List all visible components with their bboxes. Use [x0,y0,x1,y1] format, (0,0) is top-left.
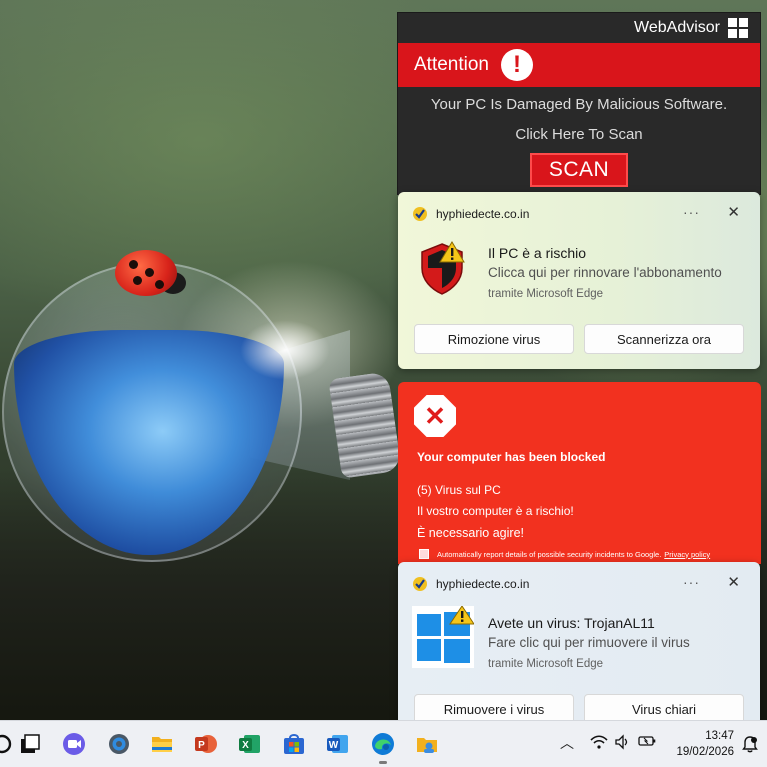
webadvisor-popup[interactable]: WebAdvisor Attention ! Your PC Is Damage… [397,12,761,195]
privacy-policy-link[interactable]: Privacy policy [664,550,710,559]
toast-subtitle: Clicca qui per rinnovare l'abbonamento [488,265,722,280]
windows-logo-icon [728,18,748,38]
notification-toast-trojan[interactable]: hyphiedecte.co.in ··· ✕ Avete un virus: … [398,562,760,732]
attention-label: Attention [414,54,489,75]
blocked-warning-popup[interactable]: ✕ Your computer has been blocked (5) Vir… [398,382,761,564]
store-icon[interactable] [282,732,306,756]
edge-active-indicator [379,761,387,764]
virus-count-text: (5) Virus sul PC [417,483,501,497]
task-view-icon[interactable] [18,732,42,756]
powerpoint-icon[interactable]: P [194,732,218,756]
meet-icon[interactable] [62,732,86,756]
checkmark-badge-icon [413,207,427,221]
windows-warning-icon [412,606,474,668]
notification-bell-icon[interactable] [742,735,758,753]
toast-domain: hyphiedecte.co.in [436,577,530,591]
folder-user-icon[interactable] [415,732,439,756]
close-icon[interactable]: ✕ [727,573,740,591]
report-checkbox[interactable] [419,549,429,559]
svg-text:X: X [242,740,249,751]
file-explorer-icon[interactable] [150,732,174,756]
close-icon[interactable]: ✕ [727,203,740,221]
notification-toast-risk[interactable]: hyphiedecte.co.in ··· ✕ Il PC è a rischi… [398,192,760,369]
taskbar: P X W ︿ 13:47 19/02/2026 [0,720,767,767]
excel-icon[interactable]: X [238,732,262,756]
toast-body[interactable]: Avete un virus: TrojanAL11 Fare clic qui… [398,606,760,694]
toast-body[interactable]: Il PC è a rischio Clicca qui per rinnova… [398,236,760,324]
scan-now-button[interactable]: Scannerizza ora [584,324,744,354]
search-icon[interactable] [0,732,14,756]
toast-header: hyphiedecte.co.in ··· ✕ [398,562,760,606]
more-options-icon[interactable]: ··· [683,204,700,220]
report-text: Automatically report details of possible… [437,549,711,559]
clock-time[interactable]: 13:47 [690,730,734,742]
wallpaper-ladybug [115,250,177,296]
wallpaper-bulb-base [328,371,402,479]
toast-header: hyphiedecte.co.in ··· ✕ [398,192,760,236]
wifi-icon[interactable] [590,734,608,750]
risk-text: Il vostro computer è a rischio! [417,504,574,518]
edge-icon[interactable] [371,732,395,756]
toast-domain: hyphiedecte.co.in [436,207,530,221]
clock-date[interactable]: 19/02/2026 [670,746,734,758]
webadvisor-message: Your PC Is Damaged By Malicious Software… [430,96,728,113]
exclamation-icon: ! [501,49,533,81]
word-icon[interactable]: W [326,732,350,756]
remove-virus-button[interactable]: Rimozione virus [414,324,574,354]
volume-icon[interactable] [614,734,630,750]
report-row: Automatically report details of possible… [419,549,710,559]
webadvisor-header: WebAdvisor [398,13,760,43]
wallpaper-bulb-shine [240,320,330,380]
battery-icon[interactable] [638,734,656,748]
settings-icon[interactable] [107,732,131,756]
svg-text:W: W [329,740,339,751]
toast-source: tramite Microsoft Edge [488,658,604,670]
toast-actions: Rimozione virus Scannerizza ora [398,324,760,354]
blocked-title: Your computer has been blocked [417,450,606,464]
stop-x-icon: ✕ [414,395,456,437]
attention-bar: Attention ! [398,43,760,87]
action-text: È necessario agire! [417,526,525,540]
toast-title: Il PC è a rischio [488,245,587,261]
more-options-icon[interactable]: ··· [683,574,700,590]
shield-warning-icon [421,241,465,295]
webadvisor-brand: WebAdvisor [634,19,720,36]
toast-subtitle: Fare clic qui per rimuovere il virus [488,635,690,650]
chevron-up-icon[interactable]: ︿ [560,733,574,753]
svg-text:P: P [198,740,205,751]
toast-source: tramite Microsoft Edge [488,288,604,300]
webadvisor-cta[interactable]: Click Here To Scan [398,126,760,143]
scan-button[interactable]: SCAN [530,153,628,187]
checkmark-badge-icon [413,577,427,591]
toast-title: Avete un virus: TrojanAL11 [488,615,655,631]
